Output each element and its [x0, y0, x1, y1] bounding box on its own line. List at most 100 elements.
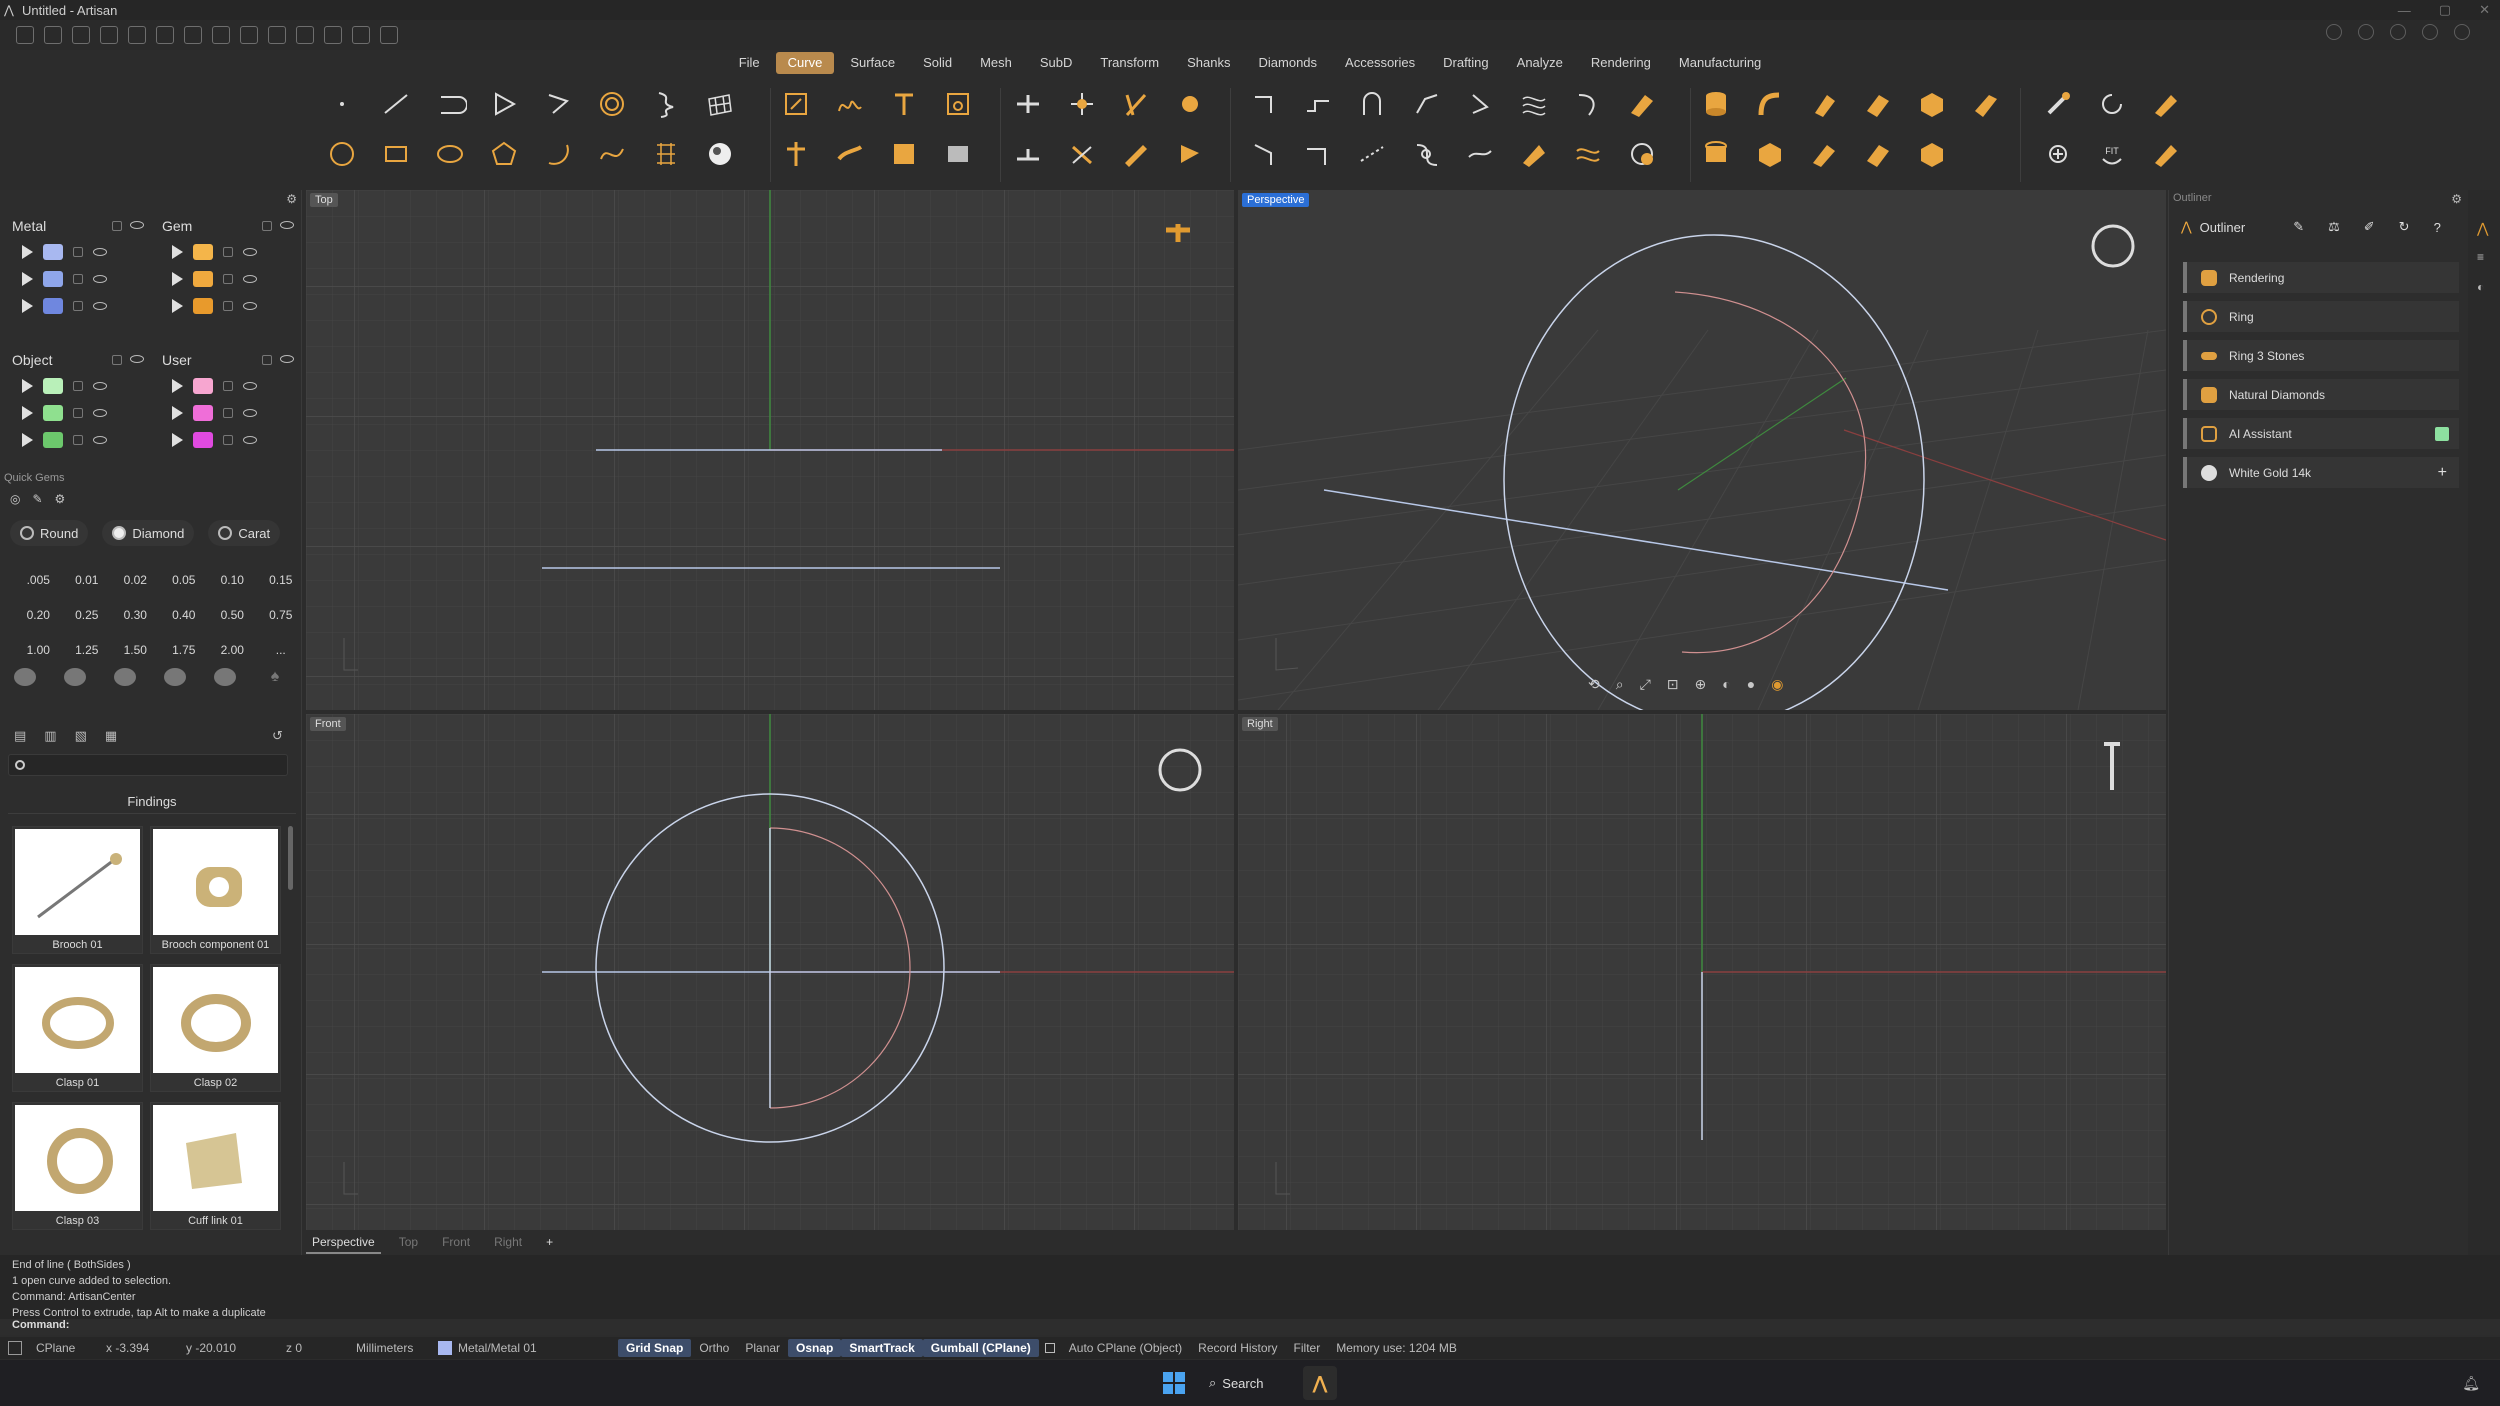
outliner-item[interactable]: Rendering [2183, 262, 2459, 293]
lock-icon[interactable] [112, 221, 122, 231]
orbit-icon[interactable]: ⟲ [1588, 676, 1600, 693]
carat-value[interactable]: 1.75 [160, 632, 209, 667]
layer-color-swatch[interactable] [43, 270, 63, 287]
play-icon[interactable] [172, 244, 183, 259]
arc-tool-icon[interactable] [538, 134, 578, 174]
flow-icon[interactable] [1514, 134, 1554, 174]
units-label[interactable]: Millimeters [356, 1341, 438, 1355]
gem-shape-icon[interactable] [164, 668, 186, 686]
menu-analyze[interactable]: Analyze [1505, 52, 1575, 74]
viewport-front[interactable]: Front [306, 714, 1234, 1230]
line-tool-icon[interactable] [376, 84, 416, 124]
viewport-label[interactable]: Right [1242, 717, 1278, 731]
gem-shape-icon[interactable] [14, 668, 36, 686]
raytrace-icon[interactable]: ◉ [1771, 676, 1783, 693]
minimize-icon[interactable]: — [2398, 3, 2411, 18]
zoom-icon[interactable]: ⌕ [1616, 676, 1624, 693]
carat-value[interactable]: 1.50 [111, 632, 160, 667]
layer-row[interactable] [8, 372, 148, 399]
extrude-icon[interactable] [1804, 84, 1844, 124]
lock-icon[interactable] [223, 407, 233, 418]
trim-icon[interactable] [1008, 84, 1048, 124]
rendered-icon[interactable]: ● [1747, 676, 1755, 693]
add-icon[interactable]: + [2438, 464, 2447, 482]
layer-row[interactable] [158, 238, 298, 265]
taskbar-search[interactable]: ⌕ Search [1199, 1368, 1289, 1398]
pin-icon[interactable]: ♠ [264, 668, 286, 686]
zoom-window-icon[interactable]: ⊡ [1667, 676, 1679, 693]
menu-subd[interactable]: SubD [1028, 52, 1085, 74]
gem-shape-icon[interactable] [114, 668, 136, 686]
right-angle-icon[interactable] [1298, 134, 1338, 174]
artisan-tab-icon[interactable]: ⋀ [2477, 220, 2488, 237]
viewport-right[interactable]: Right [1238, 714, 2166, 1230]
sketch-icon[interactable] [776, 84, 816, 124]
ruler-pen-icon[interactable] [2146, 134, 2186, 174]
box-icon[interactable] [1912, 84, 1952, 124]
paint-tool-icon[interactable] [2038, 84, 2078, 124]
gear-plus-icon[interactable] [2038, 134, 2078, 174]
add-tab-button[interactable]: + [540, 1234, 559, 1254]
blend-icon[interactable] [1460, 84, 1500, 124]
layer-color-swatch[interactable] [43, 431, 63, 448]
menu-rendering[interactable]: Rendering [1579, 52, 1663, 74]
layer-color-swatch[interactable] [43, 243, 63, 260]
carat-value[interactable]: .005 [14, 562, 63, 597]
layer-color-swatch[interactable] [193, 404, 213, 421]
layer-color-swatch[interactable] [193, 243, 213, 260]
layer-color-swatch[interactable] [43, 404, 63, 421]
point-tool-icon[interactable] [322, 84, 362, 124]
autocplane-toggle[interactable]: Auto CPlane (Object) [1061, 1339, 1190, 1357]
polygon-tool-icon[interactable] [484, 134, 524, 174]
close-icon[interactable]: ✕ [2479, 2, 2490, 18]
outliner-item[interactable]: AI Assistant [2183, 418, 2459, 449]
eye-icon[interactable] [243, 301, 257, 310]
panel-settings-icon[interactable]: ⚙ [286, 192, 297, 206]
eye-icon[interactable] [93, 274, 107, 283]
brush-icon[interactable]: ✎ [2293, 219, 2304, 235]
image-trace-icon[interactable] [938, 84, 978, 124]
carat-value[interactable]: 1.25 [63, 632, 112, 667]
layer-row[interactable] [8, 426, 148, 453]
save-icon[interactable] [184, 26, 202, 44]
chamfer-icon[interactable] [1170, 134, 1210, 174]
eye-icon[interactable] [93, 408, 107, 417]
frame-icon[interactable] [938, 134, 978, 174]
gem-settings-icon[interactable]: ✎ [32, 492, 42, 506]
viewport-label[interactable]: Top [310, 193, 338, 207]
help-icon[interactable]: ? [2434, 220, 2441, 235]
dashed-curve-icon[interactable] [1352, 134, 1392, 174]
grid-snap-toggle[interactable]: Grid Snap [618, 1339, 692, 1357]
play-icon[interactable] [22, 405, 33, 420]
grid-view-icon[interactable]: ▦ [105, 728, 117, 744]
play-icon[interactable] [172, 298, 183, 313]
layer-row[interactable] [8, 238, 148, 265]
edit-icon[interactable]: ✐ [2364, 219, 2375, 235]
viewport-perspective[interactable]: Perspective ⟲ ⌕ ⤢ ⊡ ⊕ ◐ ● ◉ [1238, 190, 2166, 710]
layer-row[interactable] [158, 265, 298, 292]
wave-icon[interactable] [1514, 84, 1554, 124]
menu-manufacturing[interactable]: Manufacturing [1667, 52, 1773, 74]
hook-icon[interactable] [1568, 84, 1608, 124]
tab-perspective[interactable]: Perspective [306, 1234, 381, 1254]
carat-value[interactable]: 0.20 [14, 597, 63, 632]
redo-icon[interactable] [156, 26, 174, 44]
cylinder-icon[interactable] [1696, 84, 1736, 124]
library-item[interactable]: Clasp 02 [150, 964, 281, 1092]
outliner-item[interactable]: Ring 3 Stones [2183, 340, 2459, 371]
save-as-icon[interactable] [212, 26, 230, 44]
circle-tool-icon[interactable] [322, 134, 362, 174]
library-item[interactable]: Brooch component 01 [150, 826, 281, 954]
menu-drafting[interactable]: Drafting [1431, 52, 1501, 74]
transform-icon[interactable] [324, 26, 342, 44]
offset-icon[interactable] [1116, 134, 1156, 174]
open-folder-icon[interactable] [100, 26, 118, 44]
carat-value[interactable]: 0.15 [257, 562, 306, 597]
pen-tool-icon[interactable] [2146, 84, 2186, 124]
menu-diamonds[interactable]: Diamonds [1247, 52, 1330, 74]
refresh-icon[interactable]: ↻ [2399, 219, 2410, 235]
play-icon[interactable] [22, 298, 33, 313]
notification-icon[interactable]: 🔔︎ [2462, 1375, 2480, 1392]
undo-icon[interactable] [128, 26, 146, 44]
menu-shanks[interactable]: Shanks [1175, 52, 1242, 74]
